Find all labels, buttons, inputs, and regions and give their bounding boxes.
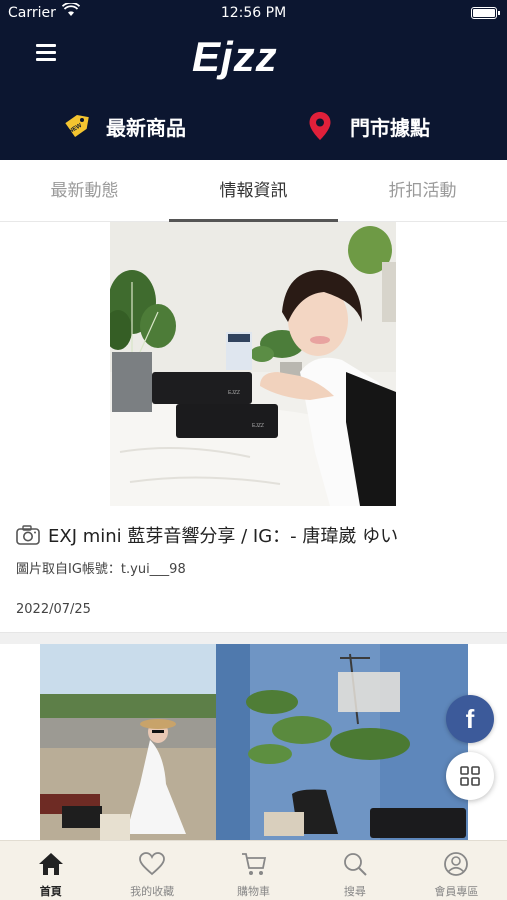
location-pin-icon (304, 110, 336, 142)
tab-latest-news[interactable]: 最新動態 (0, 160, 169, 221)
heart-icon (137, 849, 167, 879)
svg-text:Ejzz: Ejzz (192, 34, 278, 80)
post-photo-2[interactable] (40, 644, 468, 840)
nav-favorites[interactable]: 我的收藏 (101, 841, 202, 900)
app-header: Carrier 12:56 PM Ejzz NEW 最新商品 門市據點 (0, 0, 507, 160)
nav-home[interactable]: 首頁 (0, 841, 101, 900)
facebook-button[interactable]: f (446, 695, 494, 743)
nav-member[interactable]: 會員專區 (406, 841, 507, 900)
nav-home-label: 首頁 (39, 885, 62, 898)
store-locations-link[interactable]: 門市據點 (304, 106, 430, 146)
nav-favorites-label: 我的收藏 (130, 885, 175, 898)
status-bar: Carrier 12:56 PM (0, 0, 507, 26)
post-title-row[interactable]: EXJ mini 藍芽音響分享 / IG：- 唐瑋崴 ゆい (16, 520, 496, 550)
tab-info[interactable]: 情報資訊 (169, 160, 338, 222)
nav-member-label: 會員專區 (434, 885, 479, 898)
post-date: 2022/07/25 (16, 602, 91, 617)
grid-menu-button[interactable] (446, 752, 494, 800)
store-locations-label: 門市據點 (350, 115, 430, 140)
cart-icon (239, 849, 269, 879)
nav-cart[interactable]: 購物車 (203, 841, 304, 900)
new-tag-icon: NEW (60, 110, 92, 142)
facebook-icon: f (465, 703, 475, 734)
tab-discounts[interactable]: 折扣活動 (338, 160, 507, 221)
user-icon (441, 849, 471, 879)
home-icon (36, 849, 66, 879)
search-icon (340, 849, 370, 879)
clock: 12:56 PM (220, 5, 287, 21)
ejzz-logo[interactable]: Ejzz (188, 34, 320, 80)
new-products-link[interactable]: NEW 最新商品 (60, 106, 186, 146)
new-products-label: 最新商品 (106, 115, 186, 140)
nav-search[interactable]: 搜尋 (304, 841, 405, 900)
grid-icon (460, 766, 480, 786)
svg-text:EJZZ: EJZZ (252, 423, 264, 429)
camera-icon (16, 525, 40, 545)
post-divider (0, 632, 507, 644)
nav-cart-label: 購物車 (237, 885, 271, 898)
hamburger-menu-button[interactable] (34, 40, 60, 64)
category-tabs: 最新動態 情報資訊 折扣活動 (0, 160, 507, 222)
news-feed: EJZZ EJZZ EXJ mini 藍芽音響分享 / IG：- 唐瑋崴 ゆい … (0, 222, 507, 840)
nav-search-label: 搜尋 (343, 885, 366, 898)
bottom-nav: 首頁 我的收藏 購物車 搜尋 會員專區 (0, 840, 507, 900)
post-title: EXJ mini 藍芽音響分享 / IG：- 唐瑋崴 ゆい (48, 526, 399, 547)
post-caption: 圖片取自IG帳號：t.yui___98 (16, 562, 186, 577)
svg-text:EJZZ: EJZZ (228, 390, 240, 396)
post-photo[interactable]: EJZZ EJZZ (110, 222, 396, 506)
battery-icon (471, 7, 500, 19)
